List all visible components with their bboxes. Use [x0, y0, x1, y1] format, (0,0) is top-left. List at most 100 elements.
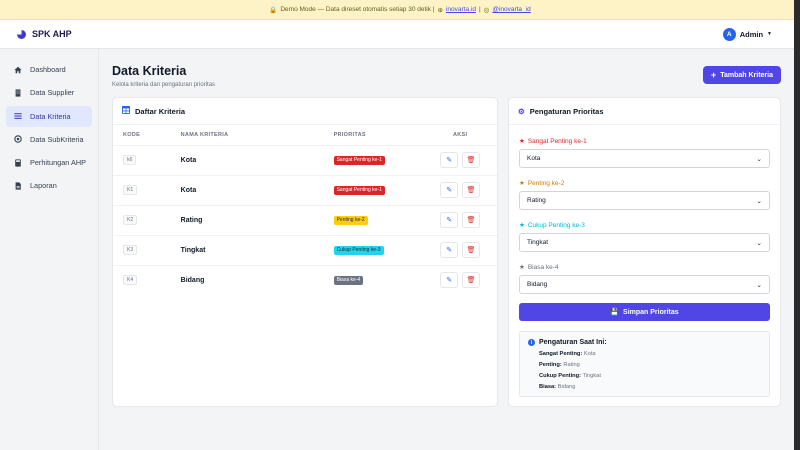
table-row: K2 Rating Penting ke-2 ✎ 🗑	[113, 204, 497, 235]
user-menu[interactable]: A Admin ▼	[722, 27, 772, 41]
file-icon	[14, 182, 22, 190]
delete-button[interactable]: 🗑	[462, 242, 481, 258]
plus-icon: +	[710, 70, 717, 80]
banner-separator: |	[478, 6, 481, 13]
page-subtitle: Kelola kriteria dan pengaturan prioritas	[112, 82, 216, 88]
instagram-link[interactable]: @inovarta_id	[492, 6, 530, 13]
brand[interactable]: SPK AHP	[17, 29, 72, 39]
setting-key: Cukup Penting:	[539, 373, 582, 379]
column-header-aksi: AKSI	[452, 131, 468, 138]
sidebar-item-label: Perhitungan AHP	[30, 158, 86, 168]
setting-value: Kota	[583, 351, 596, 357]
list-icon	[14, 112, 22, 120]
current-setting-row: Sangat Penting: Kota	[539, 351, 761, 357]
sidebar: Dashboard Data Supplier Data Kriteria Da…	[0, 49, 99, 450]
setting-value: Tingkat	[582, 373, 601, 379]
priority-badge: Biasa ke-4	[333, 275, 364, 285]
star-icon: ★	[519, 180, 525, 187]
edit-button[interactable]: ✎	[440, 152, 459, 168]
page-header: Data Kriteria Kelola kriteria dan pengat…	[112, 64, 781, 88]
user-name: Admin	[739, 29, 764, 39]
kriteria-table-card: Daftar Kriteria KODE NAMA KRITERIA PRIOR…	[112, 97, 498, 407]
sidebar-item-laporan[interactable]: Laporan	[6, 175, 92, 196]
edit-button[interactable]: ✎	[440, 212, 459, 228]
caret-down-icon: ▼	[767, 31, 772, 37]
delete-button[interactable]: 🗑	[462, 152, 481, 168]
field-label-text: Penting ke-2	[527, 179, 565, 187]
priority-badge: Cukup Penting ke-3	[333, 245, 384, 255]
layers-icon	[14, 135, 22, 144]
sidebar-item-label: Dashboard	[30, 65, 66, 74]
priority-badge: Penting ke-2	[333, 215, 368, 225]
setting-value: Rating	[563, 362, 580, 368]
field-label-text: Cukup Penting ke-3	[527, 221, 585, 229]
trash-icon: 🗑	[466, 277, 476, 285]
trash-icon: 🗑	[466, 187, 476, 194]
edit-icon: ✎	[446, 277, 453, 285]
current-settings-title-text: Pengaturan Saat Ini:	[539, 339, 607, 346]
current-setting-row: Penting: Rating	[539, 362, 761, 368]
edit-icon: ✎	[446, 187, 453, 194]
priority-settings-card: ⚙ Pengaturan Prioritas ★ Sangat Penting …	[508, 97, 781, 407]
chevron-down-icon: ⌄	[756, 155, 762, 163]
setting-key: Sangat Penting:	[539, 351, 583, 357]
priority-field-3: ★ Cukup Penting ke-3 Tingkat ⌄	[519, 221, 770, 252]
kriteria-name: Rating	[180, 216, 203, 224]
select-value: Tingkat	[527, 239, 549, 246]
kriteria-code: K3	[123, 245, 138, 255]
calculator-icon	[14, 159, 22, 167]
delete-button[interactable]: 🗑	[462, 182, 481, 198]
priority-select-3[interactable]: Tingkat ⌄	[519, 233, 770, 252]
edit-icon: ✎	[446, 247, 453, 254]
brand-name: SPK AHP	[32, 29, 72, 39]
setting-value: Bidang	[557, 384, 576, 390]
pie-chart-icon	[17, 29, 26, 39]
priority-select-4[interactable]: Bidang ⌄	[519, 275, 770, 294]
table-row: K3 Tingkat Cukup Penting ke-3 ✎ 🗑	[113, 234, 497, 265]
edit-button[interactable]: ✎	[440, 272, 459, 289]
table-header-row: KODE NAMA KRITERIA PRIORITAS AKSI	[113, 125, 497, 145]
priority-field-4: ★ Biasa ke-4 Bidang ⌄	[519, 263, 770, 294]
window-scrollbar[interactable]	[794, 0, 800, 450]
trash-icon: 🗑	[466, 247, 476, 254]
page-title: Data Kriteria	[112, 64, 187, 78]
demo-banner: 🔒 Demo Mode — Data direset otomatis seti…	[0, 0, 800, 20]
sidebar-item-data-supplier[interactable]: Data Supplier	[6, 82, 92, 103]
field-label-text: Sangat Penting ke-1	[527, 137, 587, 145]
kriteria-name: Kota	[180, 156, 197, 164]
table-row: K1 Kota Sangat Penting ke-1 ✎ 🗑	[113, 174, 497, 205]
field-label: ★ Penting ke-2	[519, 179, 770, 188]
edit-button[interactable]: ✎	[440, 242, 459, 258]
delete-button[interactable]: 🗑	[462, 212, 481, 228]
setting-key: Penting:	[539, 362, 562, 368]
edit-button[interactable]: ✎	[440, 182, 459, 198]
delete-button[interactable]: 🗑	[462, 272, 481, 289]
website-link[interactable]: inovarta.id	[446, 6, 476, 13]
avatar: A	[722, 27, 736, 41]
sidebar-item-dashboard[interactable]: Dashboard	[6, 59, 92, 80]
add-kriteria-button[interactable]: + Tambah Kriteria	[702, 66, 781, 84]
home-icon	[14, 66, 22, 74]
kriteria-name: Kota	[180, 186, 197, 194]
save-priority-button[interactable]: 💾 Simpan Prioritas	[519, 303, 770, 321]
sidebar-item-data-kriteria[interactable]: Data Kriteria	[6, 105, 92, 127]
select-value: Kota	[527, 155, 541, 162]
sidebar-item-perhitungan-ahp[interactable]: Perhitungan AHP	[6, 152, 92, 173]
setting-key: Biasa:	[539, 384, 557, 390]
priority-select-2[interactable]: Rating ⌄	[519, 191, 770, 210]
select-value: Rating	[527, 197, 546, 204]
card-title: Pengaturan Prioritas	[529, 106, 604, 116]
sidebar-item-label: Data SubKriteria	[30, 134, 84, 144]
kriteria-code: K2	[123, 215, 138, 225]
star-icon: ★	[519, 138, 525, 145]
column-header-prioritas: PRIORITAS	[333, 131, 366, 138]
add-kriteria-label: Tambah Kriteria	[720, 71, 773, 79]
kriteria-table: KODE NAMA KRITERIA PRIORITAS AKSI k6 Kot…	[113, 125, 497, 295]
current-setting-row: Biasa: Bidang	[539, 384, 761, 390]
priority-field-1: ★ Sangat Penting ke-1 Kota ⌄	[519, 137, 770, 168]
sidebar-item-data-subkriteria[interactable]: Data SubKriteria	[6, 129, 92, 150]
priority-select-1[interactable]: Kota ⌄	[519, 149, 770, 168]
current-setting-row: Cukup Penting: Tingkat	[539, 373, 761, 379]
table-row: k6 Kota Sangat Penting ke-1 ✎ 🗑	[113, 144, 497, 175]
lock-icon: 🔒	[269, 6, 278, 14]
